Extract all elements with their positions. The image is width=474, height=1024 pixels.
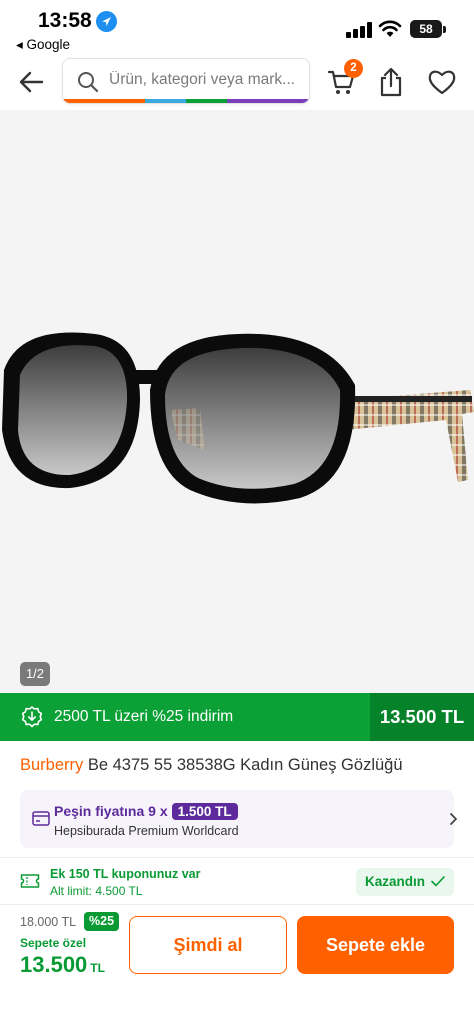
battery-tip bbox=[443, 26, 446, 33]
installment-multiplier: 9 x bbox=[148, 803, 168, 819]
stripe-segment bbox=[63, 99, 104, 103]
stripe-segment bbox=[268, 99, 309, 103]
promo-text: 2500 TL üzeri %25 indirim bbox=[54, 708, 234, 725]
card-name: Hepsiburada Premium Worldcard bbox=[54, 824, 239, 838]
heart-icon[interactable] bbox=[427, 68, 457, 96]
buy-now-button[interactable]: Şimdi al bbox=[129, 916, 287, 974]
coupon-limit: Alt limit: 4.500 TL bbox=[50, 884, 143, 898]
installment-headline: Peşin fiyatına 9 x 1.500 TL bbox=[54, 803, 238, 820]
stripe-segment bbox=[145, 99, 186, 103]
promo-price: 13.500 TL bbox=[370, 693, 474, 741]
location-arrow-icon bbox=[96, 11, 117, 32]
coupon-offer[interactable]: Ek 150 TL kuponunuz var Alt limit: 4.500… bbox=[0, 857, 474, 905]
coupon-ticket-icon bbox=[20, 874, 40, 888]
promo-banner[interactable]: 2500 TL üzeri %25 indirim 13.500 TL bbox=[0, 693, 474, 741]
special-price-currency: TL bbox=[90, 961, 105, 975]
search-icon bbox=[78, 72, 99, 93]
special-price-value: 13.500 bbox=[20, 952, 88, 977]
search-bar[interactable] bbox=[62, 58, 310, 104]
installment-amount: 1.500 TL bbox=[171, 803, 238, 820]
stripe-segment bbox=[104, 99, 145, 103]
wifi-icon bbox=[378, 20, 402, 37]
share-icon[interactable] bbox=[378, 66, 404, 98]
cart-special-price: 13.500 TL bbox=[20, 952, 105, 978]
discount-percent-badge: %25 bbox=[84, 912, 120, 931]
price-block: 18.000 TL %25 Sepete özel 13.500 TL bbox=[20, 912, 130, 982]
coupon-earned-badge: Kazandın bbox=[356, 868, 454, 896]
back-arrow-icon[interactable] bbox=[16, 67, 46, 97]
stripe-segment bbox=[227, 99, 268, 103]
stripe-segment bbox=[186, 99, 227, 103]
old-price: 18.000 TL bbox=[20, 915, 77, 929]
product-title: Burberry Be 4375 55 38538G Kadın Güneş G… bbox=[20, 756, 460, 775]
back-to-app-link[interactable]: ◂ Google bbox=[16, 37, 70, 53]
cart-special-label: Sepete özel bbox=[20, 936, 87, 950]
battery-indicator: 58 bbox=[410, 20, 442, 38]
coupon-earned-label: Kazandın bbox=[365, 874, 426, 889]
app-header: 2 bbox=[0, 56, 474, 110]
status-bar: 13:58 ◂ Google 58 bbox=[0, 0, 474, 56]
brand-link[interactable]: Burberry bbox=[20, 756, 83, 774]
sunglasses-product-image bbox=[2, 332, 474, 504]
product-name: Be 4375 55 38538G Kadın Güneş Gözlüğü bbox=[83, 756, 403, 774]
image-counter: 1/2 bbox=[20, 662, 50, 686]
add-to-cart-button[interactable]: Sepete ekle bbox=[297, 916, 454, 974]
installment-offer[interactable]: Peşin fiyatına 9 x 1.500 TL Hepsiburada P… bbox=[20, 790, 457, 848]
cellular-signal-icon bbox=[346, 22, 372, 38]
product-image-gallery[interactable]: 1/2 bbox=[0, 110, 474, 693]
coupon-title: Ek 150 TL kuponunuz var bbox=[50, 867, 201, 881]
installment-prefix: Peşin fiyatına bbox=[54, 803, 145, 819]
search-brand-stripe bbox=[63, 99, 309, 103]
credit-card-icon bbox=[32, 811, 50, 826]
checkmark-icon bbox=[431, 876, 445, 887]
status-time: 13:58 bbox=[38, 9, 92, 32]
cart-count-badge: 2 bbox=[344, 59, 363, 78]
discount-badge-icon bbox=[21, 706, 43, 728]
search-input[interactable] bbox=[109, 59, 304, 101]
chevron-right-icon bbox=[450, 813, 457, 825]
